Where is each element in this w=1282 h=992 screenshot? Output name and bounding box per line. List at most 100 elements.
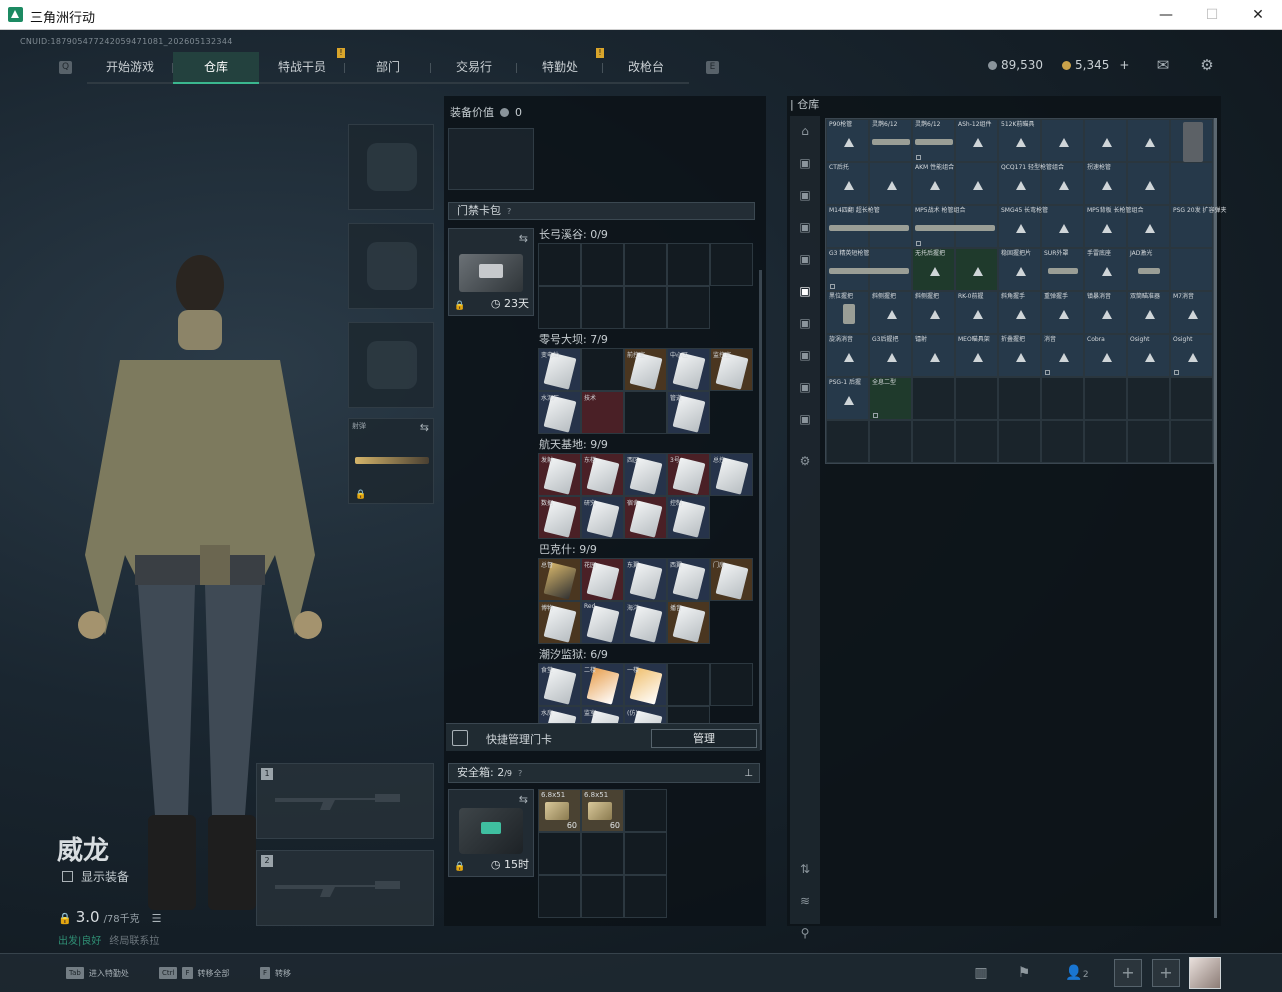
card-slot[interactable]	[624, 286, 667, 329]
card-slot[interactable]	[667, 706, 710, 723]
keycard-item[interactable]: 水房	[538, 706, 581, 723]
warehouse-slot[interactable]	[955, 420, 998, 463]
keycard-item[interactable]: 水泥厂	[538, 391, 581, 434]
warehouse-item[interactable]: 双筒瞄准器	[1127, 291, 1170, 334]
keycard-item[interactable]: 西区	[624, 453, 667, 496]
warehouse-item[interactable]: 灵鹊6/12	[912, 119, 955, 162]
add-teammate-button[interactable]: +	[1114, 959, 1142, 987]
card-slot[interactable]	[710, 243, 753, 286]
category-8-icon[interactable]: ▣	[796, 378, 814, 396]
safe-slot[interactable]	[624, 789, 667, 832]
warehouse-item[interactable]: AKM 性能组合	[912, 162, 955, 205]
minimize-button[interactable]: —	[1143, 0, 1189, 30]
card-slot[interactable]	[667, 286, 710, 329]
category-7-icon[interactable]: ▣	[796, 346, 814, 364]
category-6-icon[interactable]: ▣	[796, 314, 814, 332]
card-slot[interactable]	[581, 243, 624, 286]
category-1-icon[interactable]: ▣	[796, 154, 814, 172]
warehouse-item[interactable]: M14四翻 超长枪管	[826, 205, 909, 248]
warehouse-item[interactable]: RK-0前握	[955, 291, 998, 334]
avatar[interactable]	[1189, 957, 1221, 989]
primary-weapon-slot[interactable]: 1	[256, 763, 434, 839]
card-slot[interactable]	[581, 286, 624, 329]
swap-icon[interactable]: ⇆	[519, 793, 528, 806]
warehouse-item[interactable]: 斜角握手	[998, 291, 1041, 334]
warehouse-slot[interactable]	[869, 420, 912, 463]
prev-tab-key-icon[interactable]: Q	[59, 61, 72, 74]
keycard-item[interactable]: 技术	[581, 391, 624, 434]
warehouse-item[interactable]: 旋涡消音	[826, 334, 869, 377]
warehouse-slot[interactable]	[1170, 377, 1213, 420]
warehouse-item[interactable]: P90枪管	[826, 119, 869, 162]
list-icon[interactable]: ☰	[152, 912, 162, 925]
warehouse-slot[interactable]	[998, 420, 1041, 463]
warehouse-item[interactable]: QCQ171 轻型枪管组合	[998, 162, 1064, 205]
helmet-slot[interactable]	[348, 124, 434, 210]
warehouse-item[interactable]: 无托后握把	[912, 248, 955, 291]
keycard-item[interactable]: 总督	[538, 558, 581, 601]
keycard-item[interactable]: 监室	[581, 706, 624, 723]
keycard-item[interactable]: 食堂	[538, 663, 581, 706]
warehouse-slot[interactable]	[912, 377, 955, 420]
warehouse-item[interactable]: 镭射	[912, 334, 955, 377]
keycard-item[interactable]: 播音	[667, 601, 710, 644]
warehouse-item[interactable]: 镇暴消音	[1084, 291, 1127, 334]
keycard-item[interactable]: 东翼	[624, 558, 667, 601]
card-slot[interactable]	[538, 243, 581, 286]
keycard-item[interactable]: 管道	[667, 391, 710, 434]
swap-icon[interactable]: ⇆	[519, 232, 528, 245]
keycard-item[interactable]: 东楼	[581, 453, 624, 496]
sort-icon[interactable]: ⇅	[796, 860, 814, 878]
keycard-item[interactable]: 花园	[581, 558, 624, 601]
keycard-item[interactable]: 一楼	[624, 663, 667, 706]
layers-icon[interactable]: ≋	[796, 892, 814, 910]
warehouse-item[interactable]: 拐速枪管	[1084, 162, 1127, 205]
warehouse-item[interactable]: Cobra	[1084, 334, 1127, 377]
category-3-icon[interactable]: ▣	[796, 218, 814, 236]
warehouse-item[interactable]	[1041, 119, 1084, 162]
warehouse-slot[interactable]	[1127, 420, 1170, 463]
safe-slot[interactable]	[538, 832, 581, 875]
warehouse-slot[interactable]	[1084, 420, 1127, 463]
ammo-item[interactable]: 6.8x51 60	[581, 789, 624, 832]
stats-chart-icon[interactable]: ▥	[970, 962, 992, 984]
armor-slot[interactable]	[348, 223, 434, 309]
warehouse-item[interactable]: 手雷底座	[1084, 248, 1127, 291]
warehouse-item[interactable]: 折叠握把	[998, 334, 1041, 377]
warehouse-item[interactable]: 重弹握手	[1041, 291, 1084, 334]
card-slot[interactable]	[581, 348, 624, 391]
keycard-item[interactable]: 研究	[581, 496, 624, 539]
warehouse-item[interactable]	[1170, 162, 1213, 205]
warehouse-slot[interactable]	[1084, 377, 1127, 420]
warehouse-item[interactable]: SUR外罩	[1041, 248, 1084, 291]
warehouse-slot[interactable]	[912, 420, 955, 463]
show-equipment-toggle[interactable]: 显示装备	[62, 868, 129, 885]
add-teammate-button[interactable]: +	[1152, 959, 1180, 987]
melee-slot[interactable]: 射弹 ⇆ 🔒	[348, 418, 434, 504]
pin-icon[interactable]: ⊥	[744, 765, 753, 783]
warehouse-slot[interactable]	[955, 377, 998, 420]
warehouse-item[interactable]: PSG 20发 扩容弹夹	[1170, 205, 1227, 248]
keycard-item[interactable]: 门房	[710, 558, 753, 601]
mail-icon[interactable]: ✉	[1154, 57, 1172, 73]
keycard-item[interactable]: 发射	[538, 453, 581, 496]
warehouse-item[interactable]: MP5战术 枪管组合	[912, 205, 995, 248]
warehouse-item[interactable]: SMG45 长弯枪管	[998, 205, 1048, 248]
next-tab-key-icon[interactable]: E	[706, 61, 719, 74]
keycard-item[interactable]: 中心区	[667, 348, 710, 391]
keycard-item[interactable]: 西翼	[667, 558, 710, 601]
card-slot[interactable]	[624, 391, 667, 434]
warehouse-item[interactable]	[1170, 248, 1213, 291]
warehouse-item[interactable]: 灵鹊6/12	[869, 119, 912, 162]
warehouse-item[interactable]: 全息二型	[869, 377, 912, 420]
warehouse-item[interactable]: Osight	[1127, 334, 1170, 377]
friends-icon[interactable]: 👤2	[1062, 962, 1092, 984]
warehouse-item[interactable]	[955, 162, 998, 205]
secondary-weapon-slot[interactable]: 2	[256, 850, 434, 926]
keycard-item[interactable]: 宿舍	[624, 496, 667, 539]
ammo-item[interactable]: 6.8x51 60	[538, 789, 581, 832]
safe-slot[interactable]	[581, 832, 624, 875]
warehouse-item[interactable]: CT后托	[826, 162, 869, 205]
tab-start-game[interactable]: 开始游戏	[87, 52, 173, 84]
gold-currency[interactable]: 5,345 +	[1062, 58, 1129, 72]
